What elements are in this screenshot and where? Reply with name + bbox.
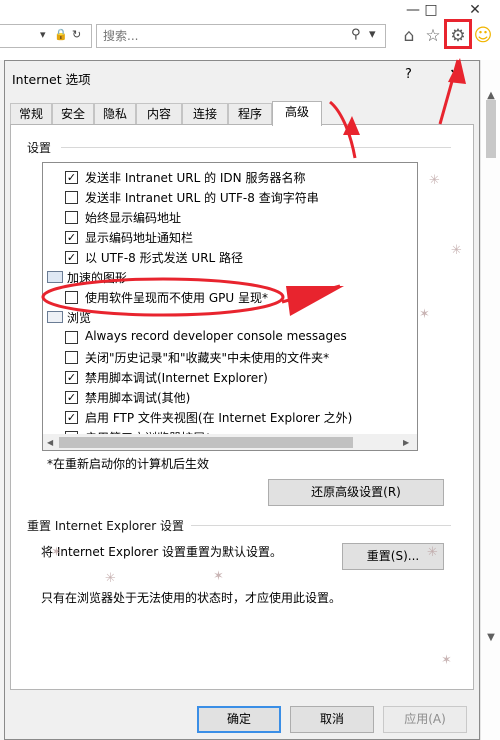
snowflake-decor: ✶ <box>419 307 430 322</box>
gear-highlight-box <box>444 19 472 49</box>
smiley-icon[interactable]: ☺ <box>472 25 494 47</box>
setting-label: 关闭"历史记录"和"收藏夹"中未使用的文件夹* <box>85 351 330 365</box>
setting-row[interactable]: 关闭"历史记录"和"收藏夹"中未使用的文件夹* <box>43 347 417 367</box>
setting-row[interactable]: ✓ 发送非 Intranet URL 的 IDN 服务器名称 <box>43 167 417 187</box>
dialog-close-button[interactable]: ✕ <box>449 65 462 84</box>
lock-icon: 🔒 <box>54 28 68 41</box>
restore-advanced-button[interactable]: 还原高级设置(R) <box>268 479 444 506</box>
checkbox[interactable] <box>65 351 78 364</box>
tab-strip: 常规 安全 隐私 内容 连接 程序 高级 <box>10 101 474 126</box>
category-label: 加速的图形 <box>67 271 128 285</box>
tab-privacy[interactable]: 隐私 <box>94 103 136 125</box>
reset-group-label: 重置 Internet Explorer 设置 <box>27 519 185 533</box>
setting-label: 禁用脚本调试(Internet Explorer) <box>85 371 268 385</box>
graphics-category-icon <box>47 271 63 283</box>
setting-row[interactable]: ✓ 显示编码地址通知栏 <box>43 227 417 247</box>
settings-hscroll-thumb[interactable] <box>59 437 353 448</box>
setting-label: 发送非 Intranet URL 的 UTF-8 查询字符串 <box>85 191 319 205</box>
page-scroll-thumb[interactable] <box>486 100 496 158</box>
software-rendering-checkbox[interactable] <box>65 291 78 304</box>
star-icon[interactable]: ☆ <box>422 25 444 47</box>
settings-group-divider <box>61 147 451 148</box>
tab-security[interactable]: 安全 <box>52 103 94 125</box>
tab-content[interactable]: 内容 <box>136 103 182 125</box>
setting-row[interactable]: Always record developer console messages <box>43 327 417 347</box>
settings-category-row: 加速的图形 <box>43 267 417 287</box>
snowflake-decor: ✳ <box>427 545 438 560</box>
checkbox[interactable]: ✓ <box>65 171 78 184</box>
snowflake-decor: ✶ <box>213 569 224 584</box>
reset-group-divider <box>191 525 451 526</box>
tab-advanced[interactable]: 高级 <box>272 101 322 126</box>
close-window-button[interactable]: ✕ <box>460 0 490 20</box>
settings-vertical-scrollbar[interactable]: ▲ ▼ <box>417 163 418 451</box>
setting-row[interactable]: ✓ 启用 FTP 文件夹视图(在 Internet Explorer 之外) <box>43 407 417 427</box>
setting-label: 发送非 Intranet URL 的 IDN 服务器名称 <box>85 171 306 185</box>
search-icon[interactable]: ⚲ <box>351 27 361 42</box>
address-bar[interactable]: ▾ 🔒 ↻ <box>0 24 92 48</box>
snowflake-decor: ✳ <box>105 571 116 586</box>
search-box[interactable]: ⚲ ▾ <box>96 24 386 48</box>
checkbox[interactable]: ✓ <box>65 251 78 264</box>
checkbox[interactable] <box>65 211 78 224</box>
checkbox[interactable] <box>65 331 78 344</box>
search-input[interactable] <box>101 27 321 45</box>
browser-toolbar: — □ ✕ ▾ 🔒 ↻ ⚲ ▾ ⌂ ☆ ⚙ ☺ <box>0 0 500 60</box>
setting-label: 启用 FTP 文件夹视图(在 Internet Explorer 之外) <box>85 411 353 425</box>
setting-label: 使用软件呈现而不使用 GPU 呈现* <box>85 291 268 305</box>
home-icon[interactable]: ⌂ <box>398 25 420 47</box>
checkbox[interactable]: ✓ <box>65 391 78 404</box>
setting-label: 显示编码地址通知栏 <box>85 231 194 245</box>
reset-description: 将 Internet Explorer 设置重置为默认设置。 <box>41 545 283 559</box>
checkbox[interactable] <box>65 191 78 204</box>
snowflake-decor: ✳ <box>451 243 462 258</box>
dropdown-icon[interactable]: ▾ <box>40 28 46 41</box>
reset-note: 只有在浏览器处于无法使用的状态时，才应使用此设置。 <box>41 591 342 605</box>
browsing-category-icon <box>47 311 63 323</box>
scroll-left-icon[interactable]: ◀ <box>47 438 53 447</box>
page-scrollbar[interactable]: ▲ ▼ <box>480 60 500 740</box>
snowflake-decor: ✶ <box>51 545 62 560</box>
snowflake-decor: ✶ <box>441 653 452 668</box>
setting-row[interactable]: ✓ 禁用脚本调试(其他) <box>43 387 417 407</box>
checkbox[interactable]: ✓ <box>65 411 78 424</box>
chevron-down-icon[interactable]: ▾ <box>369 27 376 42</box>
setting-row[interactable]: 发送非 Intranet URL 的 UTF-8 查询字符串 <box>43 187 417 207</box>
refresh-icon[interactable]: ↻ <box>72 28 81 41</box>
tab-programs[interactable]: 程序 <box>228 103 272 125</box>
cancel-button[interactable]: 取消 <box>290 706 374 733</box>
apply-button[interactable]: 应用(A) <box>383 706 467 733</box>
advanced-settings-list[interactable]: ✓ 发送非 Intranet URL 的 IDN 服务器名称 发送非 Intra… <box>42 162 418 451</box>
checkbox[interactable]: ✓ <box>65 371 78 384</box>
restart-note: *在重新启动你的计算机后生效 <box>47 457 210 471</box>
scroll-down-icon[interactable]: ▼ <box>481 632 500 643</box>
setting-label: 以 UTF-8 形式发送 URL 路径 <box>85 251 244 265</box>
setting-row-software-rendering[interactable]: 使用软件呈现而不使用 GPU 呈现* <box>43 287 417 307</box>
tab-connections[interactable]: 连接 <box>182 103 228 125</box>
setting-row[interactable]: 始终显示编码地址 <box>43 207 417 227</box>
settings-group-label: 设置 <box>27 141 52 155</box>
setting-row[interactable]: ✓ 禁用脚本调试(Internet Explorer) <box>43 367 417 387</box>
settings-category-row: 浏览 <box>43 307 417 327</box>
setting-label: 始终显示编码地址 <box>85 211 182 225</box>
setting-label: Always record developer console messages <box>85 329 347 343</box>
scroll-right-icon[interactable]: ▶ <box>403 438 409 447</box>
ok-button[interactable]: 确定 <box>197 706 281 733</box>
setting-label: 禁用脚本调试(其他) <box>85 391 191 405</box>
dialog-title: Internet 选项 <box>12 72 91 87</box>
help-button[interactable]: ? <box>405 67 412 82</box>
category-label: 浏览 <box>67 311 92 325</box>
setting-row[interactable]: ✓ 以 UTF-8 形式发送 URL 路径 <box>43 247 417 267</box>
tab-general[interactable]: 常规 <box>10 103 52 125</box>
settings-horizontal-scrollbar[interactable]: ◀ ▶ <box>43 434 417 450</box>
snowflake-decor: ✳ <box>429 173 440 188</box>
checkbox[interactable]: ✓ <box>65 231 78 244</box>
restore-button[interactable]: □ <box>416 0 446 20</box>
